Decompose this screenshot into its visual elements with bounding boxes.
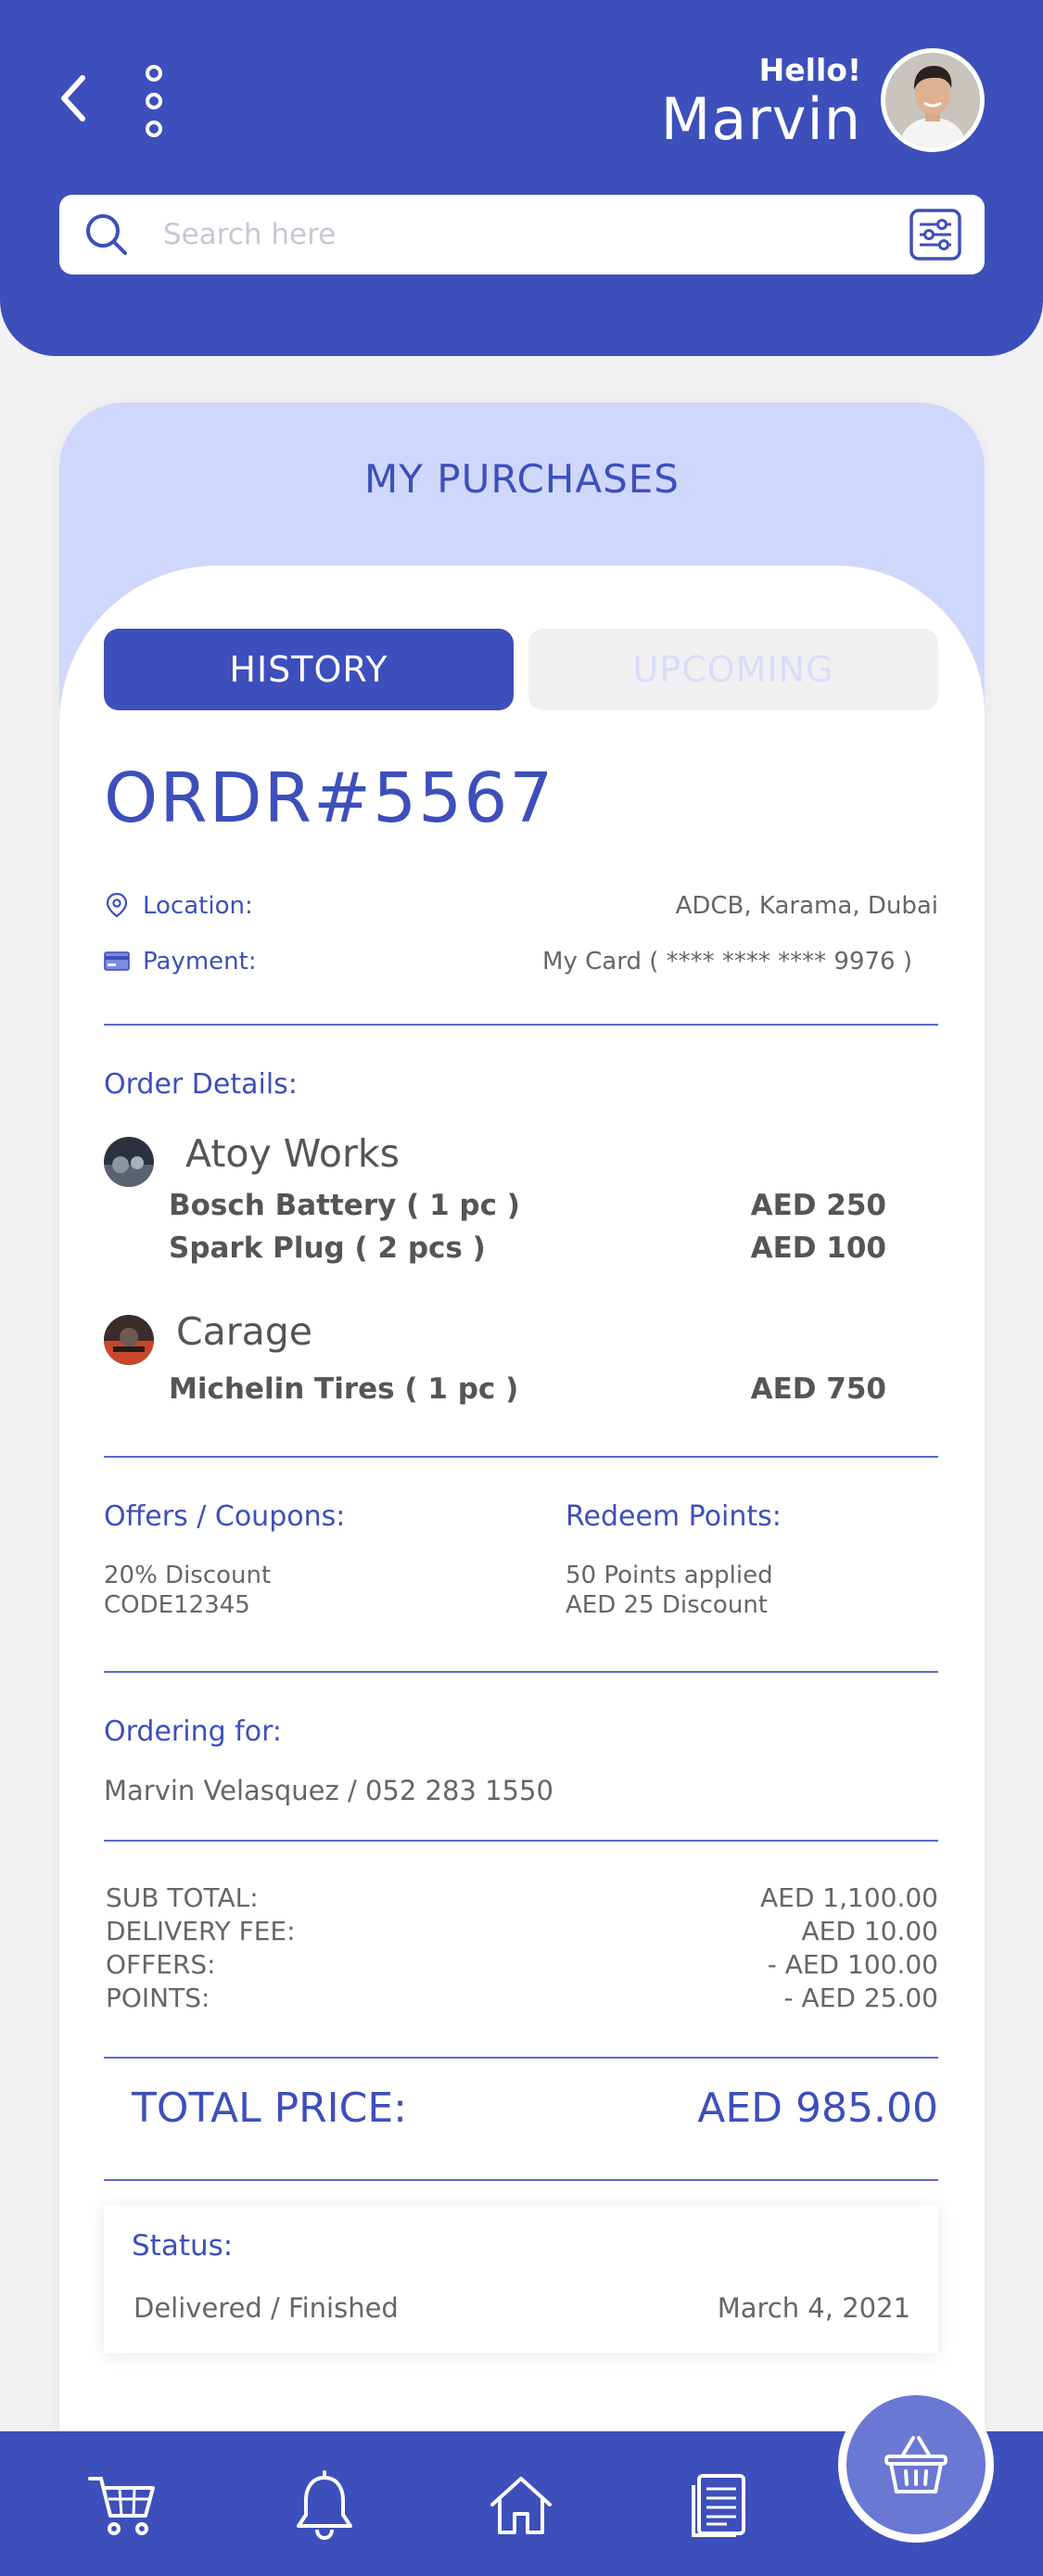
dot-icon (146, 65, 162, 82)
status-box: Status: Delivered / Finished March 4, 20… (104, 2205, 938, 2353)
offers-label: Offers / Coupons: (104, 1500, 346, 1533)
divider (104, 1840, 938, 1842)
tab-upcoming[interactable]: UPCOMING (528, 629, 938, 710)
basket-icon (884, 2436, 948, 2493)
user-name: Marvin (660, 85, 861, 153)
search-icon[interactable] (83, 211, 130, 258)
payment-label: Payment: (143, 948, 257, 976)
item-price: AED 250 (750, 1189, 886, 1222)
total-value: AED 985.00 (697, 2085, 938, 2132)
nav-home-button[interactable] (484, 2468, 558, 2543)
back-button[interactable] (52, 70, 93, 126)
divider (104, 2057, 938, 2059)
item-price: AED 100 (750, 1231, 886, 1265)
sliders-icon (909, 209, 961, 261)
total-label: TOTAL PRICE: (132, 2085, 407, 2132)
summary-label: OFFERS: (106, 1949, 216, 1980)
avatar[interactable] (881, 48, 985, 152)
item-name: Bosch Battery ( 1 pc ) (169, 1189, 520, 1222)
divider (104, 2179, 938, 2181)
location-label: Location: (143, 892, 253, 920)
bell-icon (297, 2470, 352, 2541)
credit-card-icon (104, 951, 130, 971)
card-body-bg (59, 566, 985, 937)
greeting-hello: Hello! (758, 52, 861, 88)
summary-value: - AED 25.00 (783, 1983, 938, 2013)
ordering-for-label: Ordering for: (104, 1715, 283, 1748)
summary-row: SUB TOTAL: AED 1,100.00 (106, 1882, 938, 1916)
page-title: MY PURCHASES (364, 456, 680, 502)
redeem-line: 50 Points applied (566, 1562, 773, 1589)
offers-line: CODE12345 (104, 1591, 250, 1619)
nav-orders-button[interactable] (682, 2468, 757, 2543)
summary-row: OFFERS: - AED 100.00 (106, 1949, 938, 1983)
cart-icon (88, 2477, 155, 2535)
item-price: AED 750 (750, 1372, 886, 1406)
app-header: Hello! Marvin (0, 0, 1043, 356)
nav-cart-button[interactable] (85, 2468, 159, 2543)
item-name: Michelin Tires ( 1 pc ) (169, 1372, 519, 1406)
divider (104, 1671, 938, 1673)
location-pin-icon (106, 892, 128, 918)
summary-row: POINTS: - AED 25.00 (106, 1983, 938, 2016)
search-bar (59, 195, 985, 274)
search-input[interactable] (163, 211, 923, 258)
store-avatar (104, 1315, 154, 1365)
divider (104, 1024, 938, 1026)
status-label: Status: (132, 2229, 234, 2263)
dot-icon (146, 121, 162, 137)
dot-icon (146, 93, 162, 109)
store-name: Carage (176, 1309, 312, 1354)
purchases-card: MY PURCHASES HISTORY UPCOMING ORDR#5567 … (59, 402, 985, 2480)
store-avatar (104, 1137, 154, 1187)
order-id: ORDR#5567 (104, 759, 555, 838)
summary-row: DELIVERY FEE: AED 10.00 (106, 1916, 938, 1949)
summary-label: POINTS: (106, 1983, 210, 2013)
offers-line: 20% Discount (104, 1562, 272, 1589)
item-name: Spark Plug ( 2 pcs ) (169, 1231, 486, 1265)
divider (104, 1456, 938, 1458)
store-photo-icon (104, 1137, 154, 1187)
location-value: ADCB, Karama, Dubai (675, 892, 938, 920)
nav-notifications-button[interactable] (287, 2468, 362, 2543)
basket-button[interactable] (838, 2387, 994, 2543)
receipt-icon (692, 2474, 745, 2537)
store-photo-icon (104, 1315, 154, 1365)
chevron-left-icon (61, 75, 85, 121)
ordering-for-value: Marvin Velasquez / 052 283 1550 (104, 1775, 553, 1806)
redeem-line: AED 25 Discount (566, 1591, 768, 1619)
redeem-label: Redeem Points: (566, 1500, 782, 1533)
location-row: Location: ADCB, Karama, Dubai (104, 886, 938, 924)
payment-value: My Card ( **** **** **** 9976 ) (542, 948, 912, 976)
home-icon (490, 2477, 552, 2534)
status-date: March 4, 2021 (717, 2292, 910, 2324)
summary-label: DELIVERY FEE: (106, 1916, 296, 1946)
greeting: Hello! Marvin (661, 52, 861, 150)
store-name: Atoy Works (185, 1131, 400, 1176)
filter-button[interactable] (909, 208, 962, 261)
user-photo-icon (885, 53, 980, 147)
summary-value: - AED 100.00 (767, 1949, 938, 1980)
order-details-label: Order Details: (104, 1068, 298, 1101)
summary-value: AED 1,100.00 (760, 1882, 938, 1913)
summary-value: AED 10.00 (801, 1916, 938, 1946)
payment-row: Payment: My Card ( **** **** **** 9976 ) (104, 942, 938, 979)
status-value: Delivered / Finished (134, 2292, 399, 2324)
more-options-button[interactable] (139, 65, 169, 137)
tab-history[interactable]: HISTORY (104, 629, 514, 710)
summary-label: SUB TOTAL: (106, 1882, 259, 1913)
